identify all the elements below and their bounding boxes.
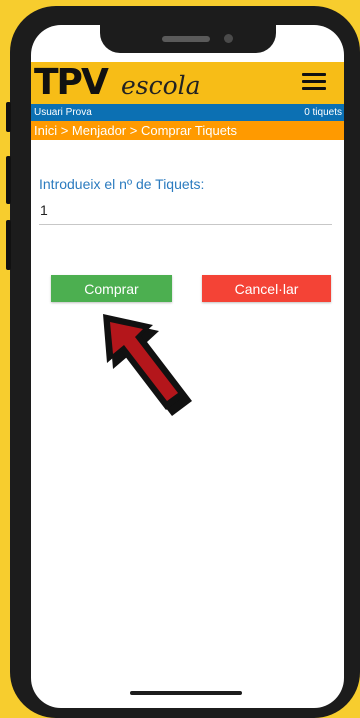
speaker-icon xyxy=(162,36,210,42)
phone-notch xyxy=(100,6,276,53)
pointer-arrow-icon xyxy=(103,314,192,416)
camera-icon xyxy=(224,34,233,43)
